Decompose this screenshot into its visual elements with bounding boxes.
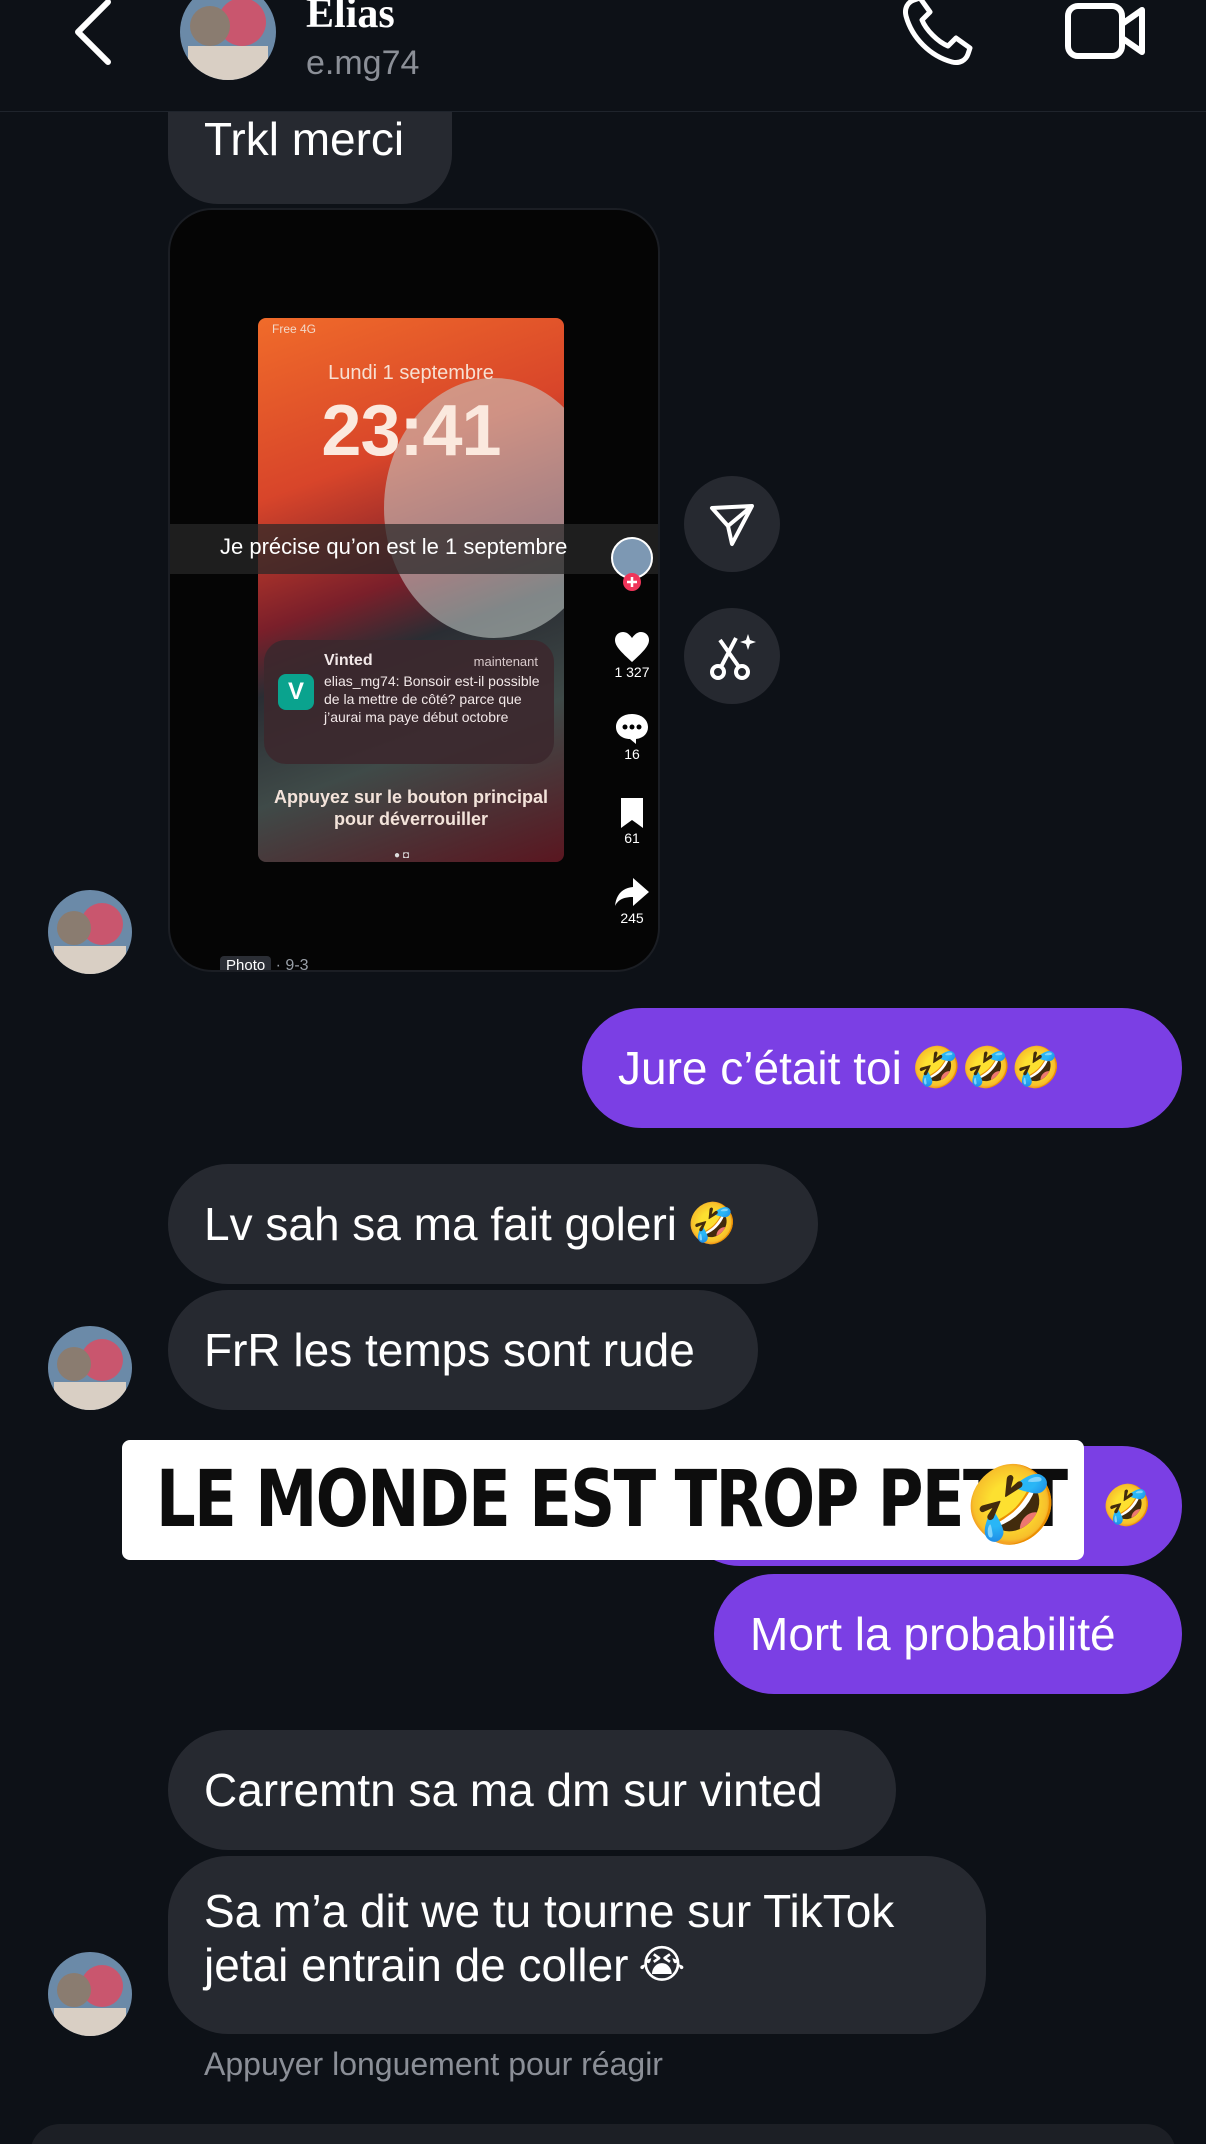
notif-body: elias_mg74: Bonsoir est-il possible de l… (324, 673, 540, 725)
share-icon (615, 878, 649, 906)
contact-name[interactable]: Elias (306, 0, 395, 38)
shares-count[interactable]: 245 (610, 876, 654, 926)
phone-status: Free 4G (272, 322, 317, 336)
heart-icon (615, 632, 649, 662)
unlock-line-1: Appuyez sur le bouton principal (273, 787, 549, 807)
video-caption: Je précise qu’on est le 1 septembre (220, 534, 568, 559)
contact-handle: e.mg74 (306, 44, 420, 82)
message-text: Trkl merci (204, 113, 405, 165)
saves-label: 61 (624, 830, 640, 846)
share-send-button[interactable] (684, 476, 780, 572)
emoji: 😭 (638, 1942, 686, 1988)
message-composer[interactable] (30, 2124, 1176, 2144)
message-text: Lv sah sa ma fait goleri (204, 1198, 678, 1250)
unlock-line-2: pour déverrouiller (333, 809, 489, 829)
comments-label: 16 (624, 746, 640, 762)
message-bubble-received[interactable]: Trkl merci (168, 112, 452, 204)
video-footer: Photo · 9-3 (220, 956, 309, 972)
sender-avatar[interactable] (48, 1952, 132, 2036)
reaction-hint: Appuyer longuement pour réagir (204, 2046, 663, 2082)
message-text-line-2: jetai entrain de coller (204, 1939, 629, 1991)
message-text: FrR les temps sont rude (204, 1324, 695, 1376)
video-thumbnail: Free 4G Lundi 1 septembre 23:41 (258, 318, 564, 862)
emoji: 🤣 (1102, 1483, 1152, 1529)
shared-video-card[interactable]: Free 4G Lundi 1 septembre 23:41 Je préci… (168, 208, 660, 972)
message-text: Mort la probabilité (750, 1608, 1116, 1660)
message-bubble-received[interactable]: Sa m’a dit we tu tourne sur TikTok jetai… (168, 1856, 986, 2034)
emoji: 🤣 (687, 1201, 737, 1247)
likes-label: 1 327 (614, 664, 650, 680)
vinted-logo-icon: V (278, 674, 314, 710)
back-arrow-icon[interactable] (68, 0, 128, 70)
notif-app-name: Vinted (324, 652, 373, 669)
sender-avatar[interactable] (48, 1326, 132, 1410)
message-bubble-sent[interactable]: Jure c’était toi 🤣🤣🤣 (582, 1008, 1182, 1128)
overlay-text: LE MONDE EST TROP PETIT (156, 1455, 1068, 1545)
creator-avatar[interactable] (610, 536, 654, 592)
unlock-text: Appuyez sur le bouton principal pour dév… (258, 786, 564, 830)
message-bubble-received[interactable]: FrR les temps sont rude (168, 1290, 758, 1410)
message-bubble-received[interactable]: Lv sah sa ma fait goleri 🤣 (168, 1164, 818, 1284)
likes-count[interactable]: 1 327 (610, 630, 654, 680)
chat-header: Elias e.mg74 (0, 0, 1206, 112)
remix-button[interactable] (684, 608, 780, 704)
photo-tag: Photo (220, 956, 272, 970)
message-text: Carremtn sa ma dm sur vinted (204, 1764, 823, 1816)
overlay-emoji: 🤣 (964, 1460, 1059, 1549)
text-overlay: LE MONDE EST TROP PETIT 🤣 (122, 1440, 1084, 1560)
bookmark-icon (621, 798, 643, 828)
message-bubble-sent[interactable]: Mort la probabilité (714, 1574, 1182, 1694)
phone-icon[interactable] (900, 0, 974, 68)
comments-count[interactable]: 16 (610, 712, 654, 762)
lock-date: Lundi 1 septembre (328, 362, 494, 384)
emoji: 🤣🤣🤣 (911, 1045, 1062, 1091)
lock-time: 23:41 (321, 391, 501, 471)
send-icon (710, 504, 754, 546)
saves-count[interactable]: 61 (610, 796, 654, 846)
sender-avatar[interactable] (48, 890, 132, 974)
notif-time: maintenant (473, 654, 538, 669)
message-text-line-1: Sa m’a dit we tu tourne sur TikTok (204, 1885, 895, 1937)
scissors-sparkle-icon (710, 634, 756, 680)
shares-label: 245 (620, 910, 644, 926)
video-date: · 9-3 (275, 957, 309, 972)
page-dots: ● ◘ (394, 850, 409, 861)
message-line-2: jetai entrain de coller 😭 (204, 1938, 685, 1992)
message-bubble-received[interactable]: Carremtn sa ma dm sur vinted (168, 1730, 896, 1850)
notification-card: V Vinted maintenant elias_mg74: Bonsoir … (264, 640, 554, 764)
message-text: Jure c’était toi (618, 1042, 902, 1094)
comment-icon (616, 714, 648, 744)
video-camera-icon[interactable] (1064, 0, 1148, 66)
contact-avatar[interactable] (180, 0, 276, 80)
